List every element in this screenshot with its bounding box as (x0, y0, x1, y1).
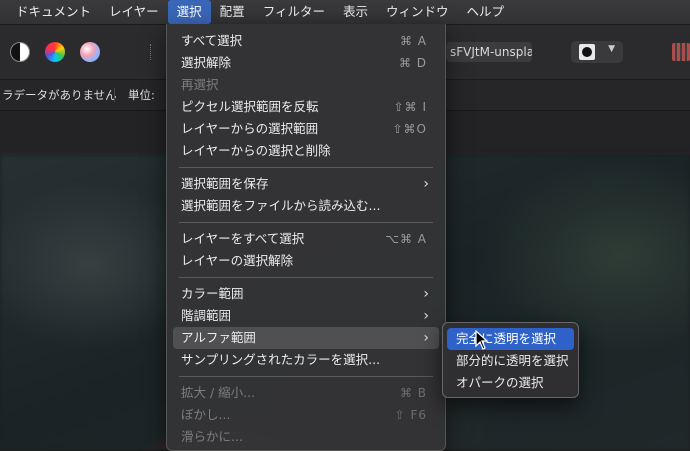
menu-item-smooth: 滑らかに... (181, 429, 243, 444)
metadata-status-text: ラデータがありません (2, 88, 117, 102)
menu-filter[interactable]: フィルター (254, 0, 334, 24)
grid-icon[interactable] (672, 43, 690, 61)
chevron-right-icon: › (423, 330, 429, 346)
menu-window[interactable]: ウィンドウ (377, 0, 458, 24)
menu-item-reselect: 再選択 (181, 77, 219, 92)
chevron-right-icon: › (423, 286, 429, 302)
select-menu: すべて選択 ⌘ A 選択解除 ⌘ D 再選択 ピクセル選択範囲を反転 ⇧⌘ I … (166, 24, 446, 451)
menu-item-deselect[interactable]: 選択解除 ⌘ D (173, 52, 439, 74)
context-divider (114, 88, 115, 102)
menu-item-grow-shrink: 拡大 / 縮小... ⌘ B (181, 385, 427, 400)
toolbar-separator (150, 44, 157, 60)
menu-bar: ドキュメント レイヤー 選択 配置 フィルター 表示 ウィンドウ ヘルプ (0, 0, 690, 25)
swatch-icon (579, 44, 595, 60)
menu-view[interactable]: 表示 (334, 0, 377, 24)
menu-item-select-and-delete-from-layer[interactable]: レイヤーからの選択と削除 (173, 140, 439, 162)
menu-item-select-all[interactable]: すべて選択 ⌘ A (173, 30, 439, 52)
menu-divider (179, 222, 433, 223)
chevron-down-icon: ▼ (608, 44, 615, 54)
menu-item-feather: ぼかし... ⇧ F6 (181, 407, 427, 422)
menu-item-alpha-range[interactable]: アルファ範囲 › (173, 327, 439, 349)
menu-layer[interactable]: レイヤー (100, 0, 168, 24)
mouse-pointer-icon (475, 330, 489, 350)
hsl-icon[interactable] (80, 42, 100, 62)
menu-item-deselect-layers[interactable]: レイヤーの選択解除 (173, 250, 439, 272)
submenu-item-select-opaque[interactable]: オパークの選択 (447, 372, 574, 394)
menu-item-load-selection-from-file[interactable]: 選択範囲をファイルから読み込む... (173, 195, 439, 217)
menu-divider (179, 376, 433, 377)
chevron-right-icon: › (423, 308, 429, 324)
menu-document[interactable]: ドキュメント (0, 0, 100, 24)
menu-arrange[interactable]: 配置 (211, 0, 254, 24)
menu-item-selection-from-layer[interactable]: レイヤーからの選択範囲 ⇧⌘O (173, 118, 439, 140)
submenu-item-select-partially-transparent[interactable]: 部分的に透明を選択 (447, 350, 574, 372)
document-name-field[interactable]: sFVJtM-unspla (446, 42, 532, 62)
chevron-right-icon: › (423, 176, 429, 192)
menu-divider (179, 277, 433, 278)
color-swatch-button[interactable]: ▼ (571, 41, 623, 63)
contrast-icon[interactable] (10, 42, 30, 62)
menu-item-select-sampled-color[interactable]: サンプリングされたカラーを選択... (173, 349, 439, 371)
alpha-range-submenu: 完全に透明を選択 部分的に透明を選択 オパークの選択 (442, 322, 579, 398)
menu-item-select-all-layers[interactable]: レイヤーをすべて選択 ⌥⌘ A (173, 228, 439, 250)
menu-item-invert-pixel-selection[interactable]: ピクセル選択範囲を反転 ⇧⌘ I (173, 96, 439, 118)
submenu-item-select-fully-transparent[interactable]: 完全に透明を選択 (447, 328, 574, 350)
menu-item-save-selection[interactable]: 選択範囲を保存 › (173, 173, 439, 195)
menu-help[interactable]: ヘルプ (457, 0, 513, 24)
menu-select[interactable]: 選択 (167, 0, 211, 24)
menu-item-tonal-range[interactable]: 階調範囲 › (173, 305, 439, 327)
unit-label: 単位: (128, 88, 155, 102)
color-wheel-icon[interactable] (45, 42, 65, 62)
menu-item-color-range[interactable]: カラー範囲 › (173, 283, 439, 305)
menu-divider (179, 167, 433, 168)
